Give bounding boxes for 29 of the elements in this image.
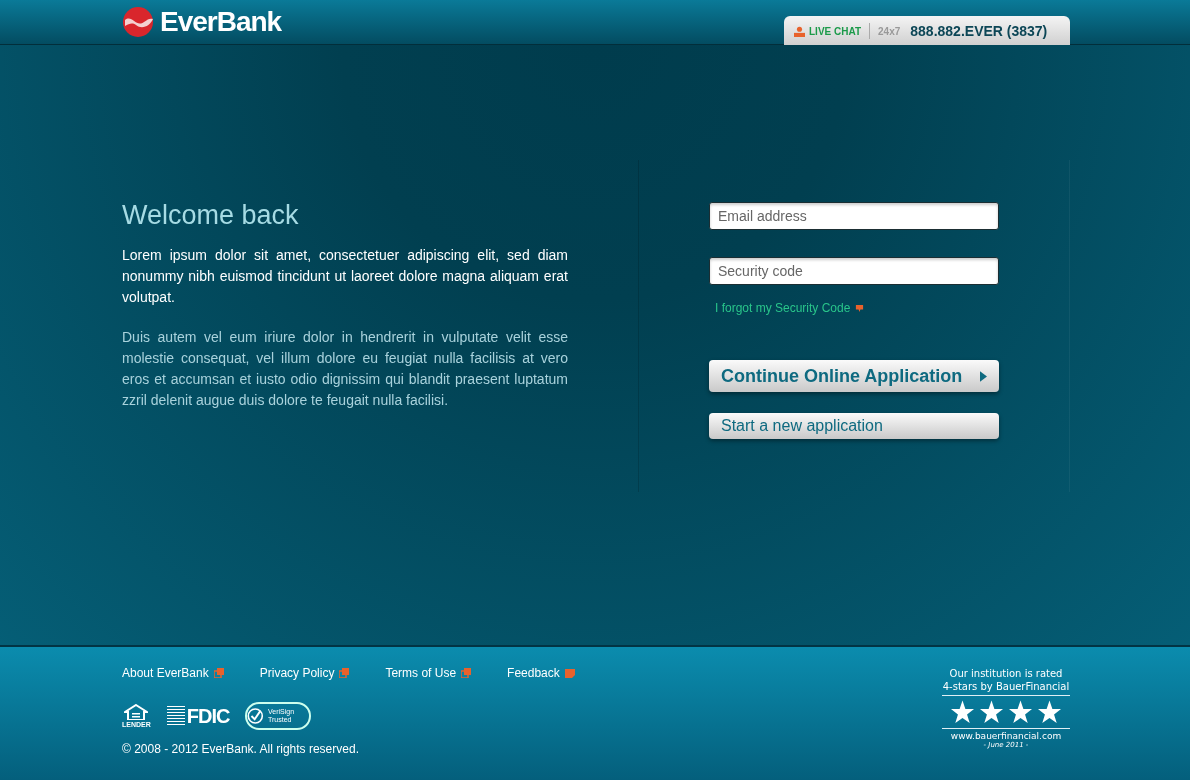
person-icon — [794, 25, 805, 37]
page-title: Welcome back — [122, 200, 300, 231]
footer-link[interactable]: About EverBank — [122, 666, 224, 680]
footer-link[interactable]: Privacy Policy — [259, 666, 350, 680]
copyright-text: © 2008 - 2012 EverBank. All rights reserved. — [122, 742, 360, 756]
hours-label: 24x7 — [878, 25, 901, 37]
rating-text: Our institution is rated — [949, 667, 1063, 680]
phone-number: 888.882.EVER (3837) — [910, 23, 1048, 39]
forgot-code-link[interactable]: I forgot my Security Code — [715, 301, 851, 315]
footer-link[interactable]: Terms of Use — [385, 666, 472, 680]
footer-link[interactable]: Feedback — [507, 666, 575, 680]
security-code-field[interactable]: Security code — [709, 257, 999, 285]
brand-name: EverBank — [160, 6, 282, 38]
external-window-icon — [461, 668, 472, 678]
new-application-button[interactable]: Start a new application — [709, 413, 999, 439]
logo-icon — [122, 6, 154, 38]
external-window-icon — [213, 668, 224, 678]
note-icon — [564, 668, 575, 678]
lead-paragraph: Lorem ipsum dolor sit amet, consectetuer adipiscing elit, sed diam nonummy nibh euismod tincidunt ut laoreet dolore magna aliquam erat volutpat. — [122, 246, 568, 307]
email-field[interactable]: Email address — [709, 202, 999, 230]
caret-icon — [980, 370, 987, 382]
continue-button[interactable]: Continue Online Application — [709, 360, 999, 392]
external-window-icon — [339, 668, 350, 678]
fdic-badge: FDIC — [166, 704, 230, 728]
body-paragraph: Duis autem vel eum iriure dolor in hendrerit in vulputate velit esse molestie consequat, vel illum dolore eu feugiat nulla facilisis at vero eros et accumsan et iusto odio dignissim qui blandit praesent luptatum zzril delenit augue duis dolore te feugait nulla facilisi. — [122, 328, 568, 410]
speech-bubble-icon — [855, 303, 865, 313]
rating-link[interactable]: www.bauerfinancial.com — [950, 731, 1062, 741]
live-chat-link[interactable]: LIVE CHAT — [794, 25, 862, 37]
rating-text: 4-stars by BauerFinancial — [942, 680, 1070, 693]
